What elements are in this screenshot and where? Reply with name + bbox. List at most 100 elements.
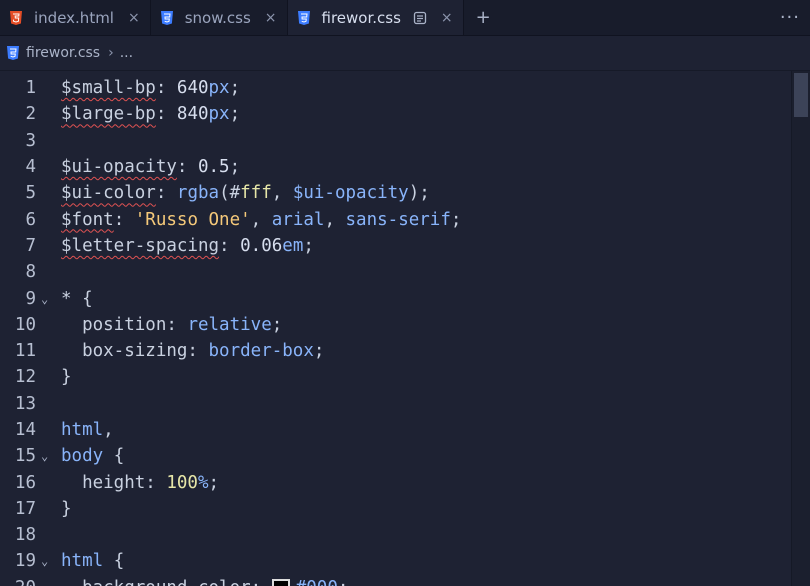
code-line[interactable]: 10 position: relative;	[0, 312, 810, 338]
tab-firewor-css[interactable]: firewor.css ×	[287, 0, 464, 35]
code-token: :	[155, 104, 177, 125]
vertical-scrollbar[interactable]	[791, 71, 810, 586]
close-icon[interactable]: ×	[128, 10, 140, 26]
fold-chevron-icon[interactable]: ⌄	[36, 554, 61, 568]
code-line[interactable]: 11 box-sizing: border-box;	[0, 338, 810, 364]
code-token: 640	[176, 78, 209, 99]
code-token: px	[208, 78, 230, 99]
code-line[interactable]: 14 html,	[0, 417, 810, 443]
new-tab-button[interactable]: +	[464, 0, 503, 35]
fold-chevron-icon[interactable]: ⌄	[36, 292, 61, 306]
line-number: 3	[25, 130, 36, 151]
line-number: 10	[14, 314, 36, 335]
code-text: $font: 'Russo One', arial, sans-serif;	[61, 210, 810, 230]
tab-label: firewor.css	[321, 8, 401, 27]
breadcrumb-file[interactable]: firewor.css	[26, 45, 100, 61]
code-token: $ui-opacity	[61, 157, 177, 178]
code-line[interactable]: 1 $small-bp: 640px;	[0, 75, 810, 101]
line-number: 2	[25, 104, 36, 125]
code-text: body {	[61, 446, 810, 466]
code-token: px	[208, 104, 230, 125]
fold-chevron-icon[interactable]: ⌄	[36, 449, 61, 463]
line-number: 14	[14, 420, 36, 440]
code-line[interactable]: 7 $letter-spacing: 0.06em;	[0, 233, 810, 259]
code-lines: 1 $small-bp: 640px; 2 $large-bp: 840px; 3 4 $u…	[0, 71, 810, 586]
tab-label: snow.css	[184, 8, 251, 27]
css3-icon	[6, 45, 20, 61]
code-token: 0.06	[240, 235, 283, 256]
close-icon[interactable]: ×	[265, 10, 277, 26]
code-token: #000	[296, 578, 338, 586]
code-token: $font	[61, 209, 114, 230]
code-line[interactable]: 9 ⌄ * {	[0, 285, 810, 311]
scrollbar-thumb[interactable]	[794, 73, 808, 117]
code-line[interactable]: 4 $ui-opacity: 0.5;	[0, 154, 810, 180]
code-token: }	[61, 498, 72, 519]
code-token: ,	[324, 209, 346, 230]
code-token: arial	[271, 209, 325, 230]
code-token: height:	[61, 472, 167, 493]
code-token: );	[408, 183, 430, 204]
close-icon[interactable]: ×	[441, 10, 453, 26]
code-token: :	[176, 157, 198, 178]
code-line[interactable]: 15 ⌄ body {	[0, 443, 810, 469]
code-text: $letter-spacing: 0.06em;	[61, 236, 810, 256]
code-line[interactable]: 19 ⌄ html {	[0, 548, 810, 574]
code-line[interactable]: 8	[0, 259, 810, 285]
code-line[interactable]: 2 $large-bp: 840px;	[0, 101, 810, 127]
code-token: fff	[240, 183, 272, 204]
code-token: :	[155, 78, 177, 99]
code-token: em	[282, 235, 304, 256]
code-token: {	[103, 551, 125, 572]
code-token: 0.5	[197, 157, 230, 178]
code-token: box-sizing:	[61, 341, 209, 362]
code-token: sans-serif	[345, 209, 451, 230]
code-token: }	[61, 367, 72, 388]
code-line[interactable]: 17}	[0, 496, 810, 522]
code-token: {	[103, 446, 125, 467]
code-line[interactable]: 20 background-color: #000;	[0, 575, 810, 586]
code-line[interactable]: 5 $ui-color: rgba(#fff, $ui-opacity);	[0, 180, 810, 206]
code-token: ;	[450, 209, 462, 230]
preview-icon[interactable]	[413, 11, 427, 25]
code-token: ,	[271, 183, 293, 204]
line-number: 11	[14, 341, 36, 362]
code-text: $ui-opacity: 0.5;	[61, 157, 810, 177]
code-line[interactable]: 13	[0, 391, 810, 417]
code-token: :	[113, 209, 135, 230]
code-text: background-color: #000;	[61, 578, 810, 586]
code-token: position:	[61, 314, 188, 335]
tab-bar: index.html × snow.css × firewor.css × + …	[0, 0, 810, 36]
line-number: 9	[25, 288, 36, 309]
line-number: 12	[14, 367, 36, 388]
tab-index-html[interactable]: index.html ×	[0, 0, 151, 35]
code-text: $ui-color: rgba(#fff, $ui-opacity);	[61, 183, 810, 203]
line-number: 1	[25, 78, 36, 99]
code-text: html,	[61, 420, 810, 440]
code-token: ;	[229, 78, 241, 99]
code-text: html {	[61, 551, 810, 571]
color-swatch-icon[interactable]	[271, 578, 290, 586]
tab-snow-css[interactable]: snow.css ×	[150, 0, 288, 35]
code-editor[interactable]: 1 $small-bp: 640px; 2 $large-bp: 840px; 3 4 $u…	[0, 71, 810, 586]
line-number: 20	[0, 578, 36, 586]
code-line[interactable]: 16 height: 100%;	[0, 469, 810, 495]
code-token: %	[197, 472, 209, 493]
line-number: 15	[14, 446, 36, 467]
code-token: html	[61, 420, 104, 440]
breadcrumb-symbol[interactable]: ...	[120, 45, 133, 61]
code-line[interactable]: 6 $font: 'Russo One', arial, sans-serif;	[0, 206, 810, 232]
code-token: (#	[219, 183, 241, 204]
code-line[interactable]: 3	[0, 128, 810, 154]
code-token: $small-bp	[61, 78, 156, 99]
code-token: html	[61, 551, 104, 572]
code-text: }	[61, 499, 810, 519]
code-line[interactable]: 12}	[0, 364, 810, 390]
more-actions-icon[interactable]: ···	[780, 0, 800, 35]
code-token: 100	[166, 472, 198, 493]
code-line[interactable]: 18	[0, 522, 810, 548]
code-text: $small-bp: 640px;	[61, 78, 810, 98]
code-token: $ui-color	[61, 183, 156, 204]
code-token: :	[219, 235, 241, 256]
code-text: }	[61, 367, 810, 387]
